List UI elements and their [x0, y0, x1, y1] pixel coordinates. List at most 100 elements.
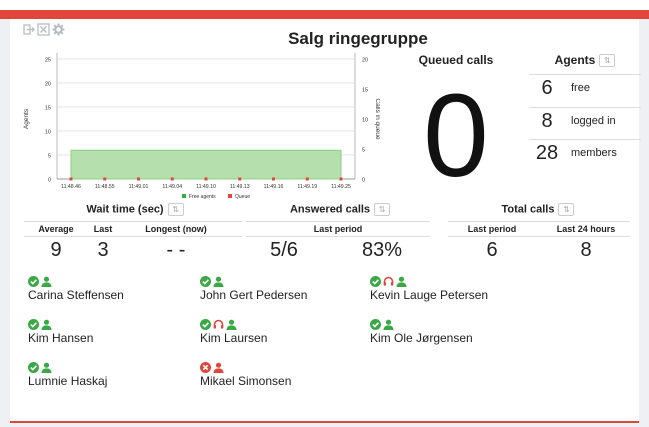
agent-item[interactable]: Kim Laursen — [200, 317, 267, 345]
headset-icon — [383, 274, 394, 286]
y-tick-label: 5 — [48, 154, 51, 160]
y-tick-label: 15 — [45, 106, 51, 112]
queue-point — [305, 177, 309, 181]
available-status-icon — [200, 274, 211, 287]
answered-percent-value: 83% — [361, 239, 403, 261]
x-tick-label: 11:49.01 — [129, 184, 149, 190]
agent-item[interactable]: Carina Steffensen — [28, 274, 124, 302]
wait-average-label: Average — [38, 224, 74, 234]
total-last-period-label: Last period — [467, 224, 517, 234]
wait-time-label: Wait time (sec) — [86, 203, 164, 216]
queue-point — [69, 177, 73, 181]
agent-name: Kim Laursen — [200, 331, 268, 345]
agent-name: Kim Hansen — [28, 331, 94, 345]
close-box-icon[interactable] — [37, 23, 50, 36]
available-status-icon — [200, 317, 211, 330]
agent-item[interactable]: Lumnie Haskaj — [28, 360, 107, 388]
x-tick-label: 11:48.46 — [61, 184, 81, 190]
agent-status-icons — [28, 360, 107, 373]
gear-icon[interactable] — [52, 23, 65, 36]
agents-queue-chart: 0 5 10 15 20 25 0 5 10 15 20 11:48.46 11:48.55 11:49.… — [20, 49, 381, 204]
queue-point — [204, 177, 208, 181]
agents-logged-in-row: 8 logged in — [529, 107, 641, 135]
y2-tick-label: 5 — [362, 148, 365, 154]
sort-icon[interactable]: ⇅ — [558, 203, 575, 216]
total-calls-header: Total calls ⇅ — [450, 203, 626, 216]
available-status-icon — [370, 274, 381, 287]
available-status-icon — [28, 360, 39, 373]
free-agents-area — [70, 149, 342, 180]
agents-members-value: 28 — [535, 142, 559, 164]
agent-status-icons — [28, 317, 93, 330]
agents-logged-in-label: logged in — [571, 115, 616, 127]
y-tick-label: 0 — [48, 178, 51, 184]
agent-name: Lumnie Haskaj — [28, 374, 108, 388]
wait-time-header: Wait time (sec) ⇅ — [30, 203, 240, 216]
header-accent-bar — [0, 10, 649, 19]
y-tick-label: 10 — [45, 130, 51, 136]
agents-free-row: 6 free — [529, 74, 641, 102]
user-icon — [41, 274, 52, 287]
user-icon — [213, 360, 224, 373]
answered-last-period-label: Last period — [313, 224, 363, 234]
x-tick-label: 11:49.16 — [264, 184, 284, 190]
user-icon — [226, 317, 237, 330]
agent-status-icons — [370, 317, 473, 330]
y-tick-label: 20 — [45, 82, 51, 88]
x-tick-label: 11:49.13 — [230, 184, 250, 190]
agent-item[interactable]: Kim Ole Jørgensen — [370, 317, 473, 345]
divider — [246, 221, 430, 222]
y-tick-label: 25 — [45, 58, 51, 64]
answered-calls-label: Answered calls — [289, 203, 371, 216]
sort-icon[interactable]: ⇅ — [599, 54, 616, 68]
agents-header-label: Agents — [554, 53, 596, 67]
y2-tick-label: 15 — [362, 88, 368, 94]
page-title: Salg ringegruppe — [288, 29, 428, 48]
user-icon — [41, 317, 52, 330]
dashboard-panel: Salg ringegruppe 0 5 10 15 20 25 0 5 10 15 20 11:48… — [10, 19, 641, 421]
chart-svg: 0 5 10 15 20 25 0 5 10 15 20 11:48.46 11:48.55 11:49.… — [23, 53, 381, 200]
agent-name: John Gert Pedersen — [200, 288, 308, 302]
divider — [448, 236, 630, 237]
queue-point — [170, 177, 174, 181]
agent-name: Kim Ole Jørgensen — [370, 331, 473, 345]
agent-item[interactable]: John Gert Pedersen — [200, 274, 307, 302]
legend-queue-swatch — [228, 194, 232, 198]
footer-accent-bar — [10, 421, 639, 423]
y-axis-label: Agents — [23, 108, 30, 129]
total-last-period-value: 6 — [486, 239, 498, 261]
queue-point — [238, 177, 242, 181]
user-icon — [41, 360, 52, 373]
agents-logged-in-value: 8 — [541, 110, 553, 132]
available-status-icon — [28, 317, 39, 330]
queue-point — [272, 177, 275, 181]
agent-status-icons — [200, 360, 291, 373]
agent-item[interactable]: Kevin Lauge Petersen — [370, 274, 488, 302]
agent-status-icons — [200, 274, 307, 287]
y2-tick-label: 20 — [362, 58, 368, 64]
available-status-icon — [370, 317, 381, 330]
total-24h-label: Last 24 hours — [556, 224, 616, 234]
user-icon — [383, 317, 394, 330]
sort-icon[interactable]: ⇅ — [374, 203, 391, 216]
agents-free-label: free — [571, 82, 590, 94]
y2-axis-label: Calls in queue — [374, 98, 380, 140]
agent-name: Kevin Lauge Petersen — [370, 288, 489, 302]
y2-tick-label: 10 — [362, 118, 368, 124]
busy-status-icon — [200, 360, 211, 373]
agent-item[interactable]: Kim Hansen — [28, 317, 93, 345]
sort-icon[interactable]: ⇅ — [167, 203, 184, 216]
agent-item[interactable]: Mikael Simonsen — [200, 360, 291, 388]
agent-name: Carina Steffensen — [28, 288, 124, 302]
user-icon — [396, 274, 407, 287]
toolbar — [22, 23, 65, 36]
agents-free-value: 6 — [541, 77, 553, 99]
agent-status-icons — [28, 274, 124, 287]
wait-longest-label: Longest (now) — [145, 224, 207, 234]
legend-queue-label: Queue — [235, 194, 250, 200]
legend-free-agents-label: Free agents — [189, 194, 216, 200]
agents-members-label: members — [571, 147, 617, 159]
exit-icon[interactable] — [22, 23, 35, 36]
queued-calls-value: 0 — [423, 70, 489, 202]
x-tick-label: 11:48.55 — [95, 184, 115, 190]
